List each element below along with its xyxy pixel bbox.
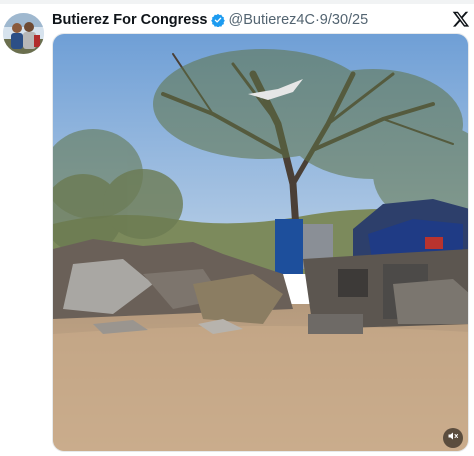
speaker-muted-icon [447,429,459,447]
avatar[interactable] [3,13,44,54]
avatar-photo [3,13,44,54]
post-header: Butierez For Congress @Butierez4C · 9/30… [52,9,368,31]
post-card: Butierez For Congress @Butierez4C · 9/30… [0,0,474,456]
top-divider [0,0,474,4]
x-logo-icon[interactable] [452,10,470,28]
author-name[interactable]: Butierez For Congress [52,12,208,28]
video-frame [53,34,468,451]
author-handle[interactable]: @Butierez4C [229,12,315,28]
post-video[interactable] [52,33,469,452]
mute-button[interactable] [443,428,463,448]
post-date[interactable]: 9/30/25 [320,12,368,28]
verified-badge-icon [210,13,225,27]
